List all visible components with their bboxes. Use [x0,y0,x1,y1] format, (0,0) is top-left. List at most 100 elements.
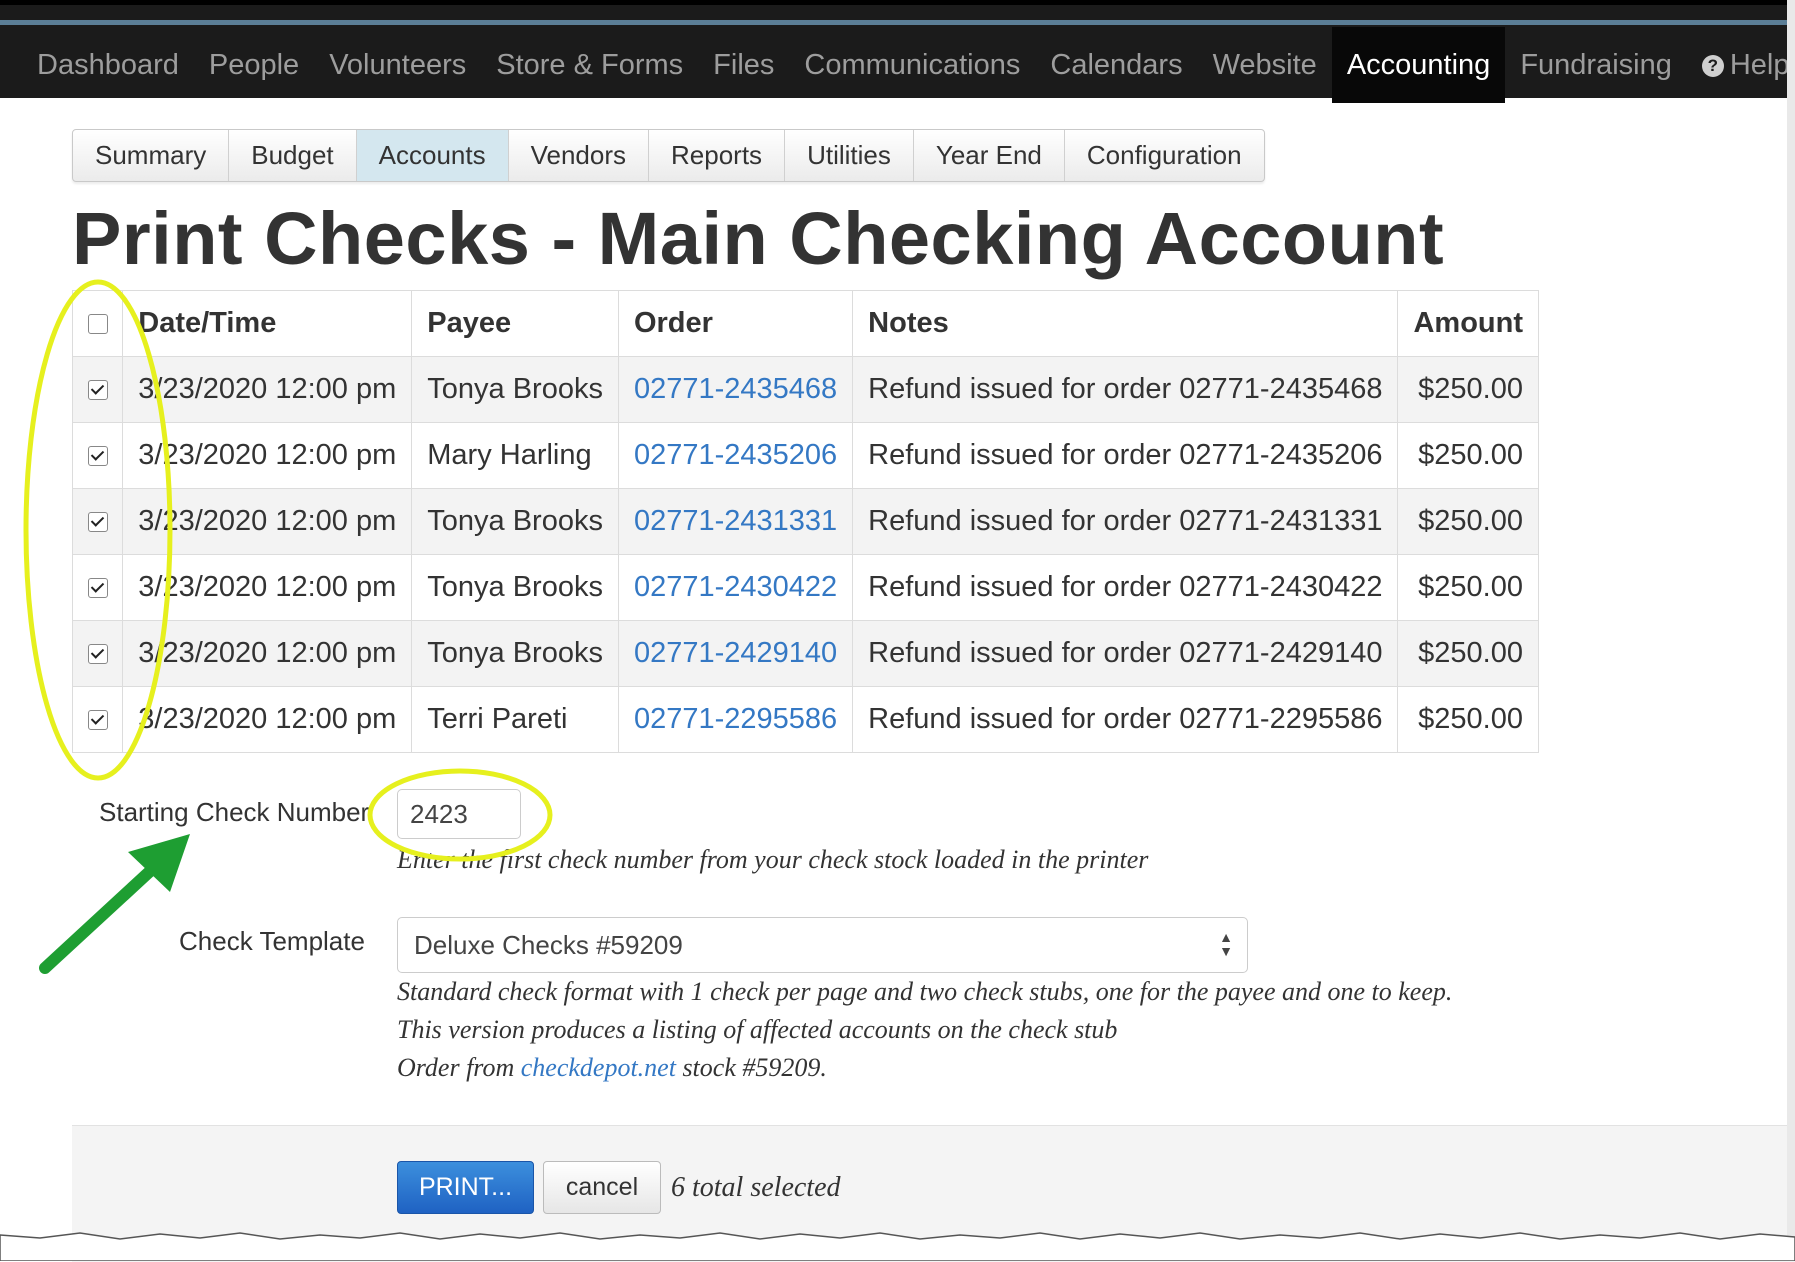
template-help-prefix: Order from [397,1053,515,1082]
order-link[interactable]: 02771-2435468 [617,356,854,423]
checks-table: Date/Time Payee Order Notes Amount 3/23/… [71,290,1539,753]
tab-vendors[interactable]: Vendors [509,130,650,181]
nav-accounting[interactable]: Accounting [1331,27,1506,103]
tab-configuration[interactable]: Configuration [1065,130,1264,181]
cell-datetime: 3/23/2020 12:00 pm [122,686,413,753]
row-checkbox[interactable] [88,512,108,533]
cell-payee: Tonya Brooks [411,488,619,555]
check-template-label: Check Template [179,926,365,956]
check-template-select[interactable]: Deluxe Checks #59209 ▲ ▼ [397,917,1248,973]
tab-year-end[interactable]: Year End [914,130,1065,181]
accounting-subtabs: Summary Budget Accounts Vendors Reports … [72,129,1265,182]
cell-datetime: 3/23/2020 12:00 pm [122,620,413,687]
table-row: 3/23/2020 12:00 pm Tonya Brooks 02771-24… [71,356,1539,423]
cell-payee: Tonya Brooks [411,356,619,423]
nav-dashboard[interactable]: Dashboard [22,27,194,103]
cell-notes: Refund issued for order 02771-2435468 [852,356,1399,423]
page-title: Print Checks - Main Checking Account [72,197,1445,280]
header-notes: Notes [852,290,1399,357]
nav-help-label: Help [1729,49,1790,81]
cell-datetime: 3/23/2020 12:00 pm [122,356,413,423]
tab-reports[interactable]: Reports [649,130,786,181]
table-row: 3/23/2020 12:00 pm Tonya Brooks 02771-24… [71,620,1539,687]
cell-payee: Terri Pareti [411,686,619,753]
template-help-line-1: Standard check format with 1 check per p… [397,977,1453,1006]
nav-help[interactable]: ? Help [1687,27,1795,103]
select-arrows-icon: ▲ ▼ [1219,929,1233,959]
header-order: Order [617,290,854,357]
tab-budget[interactable]: Budget [229,130,357,181]
nav-fundraising[interactable]: Fundraising [1505,27,1687,103]
header-payee: Payee [411,290,619,357]
row-checkbox-cell [71,686,124,753]
cell-datetime: 3/23/2020 12:00 pm [122,488,413,555]
nav-communications[interactable]: Communications [789,27,1035,103]
table-row: 3/23/2020 12:00 pm Tonya Brooks 02771-24… [71,554,1539,621]
cancel-button[interactable]: cancel [543,1161,661,1214]
row-checkbox-cell [71,488,124,555]
cell-payee: Mary Harling [411,422,619,489]
nav-store-forms[interactable]: Store & Forms [481,27,698,103]
table-header-row: Date/Time Payee Order Notes Amount [71,290,1539,357]
cell-amount: $250.00 [1397,356,1539,423]
cell-notes: Refund issued for order 02771-2295586 [852,686,1399,753]
question-circle-icon: ? [1701,55,1724,77]
row-checkbox[interactable] [88,446,108,467]
table-row: 3/23/2020 12:00 pm Mary Harling 02771-24… [71,422,1539,489]
header-datetime: Date/Time [122,290,413,357]
nav-volunteers[interactable]: Volunteers [314,27,481,103]
cell-notes: Refund issued for order 02771-2431331 [852,488,1399,555]
cell-notes: Refund issued for order 02771-2429140 [852,620,1399,687]
tab-summary[interactable]: Summary [73,130,230,181]
cell-payee: Tonya Brooks [411,554,619,621]
cell-datetime: 3/23/2020 12:00 pm [122,422,413,489]
table-row: 3/23/2020 12:00 pm Terri Pareti 02771-22… [71,686,1539,753]
nav-calendars[interactable]: Calendars [1035,27,1197,103]
check-template-value: Deluxe Checks #59209 [414,930,683,960]
nav-people[interactable]: People [194,27,314,103]
table-row: 3/23/2020 12:00 pm Tonya Brooks 02771-24… [71,488,1539,555]
row-checkbox[interactable] [88,380,108,401]
nav-files[interactable]: Files [698,27,789,103]
template-help-line-2: This version produces a listing of affec… [397,1015,1118,1044]
row-checkbox-cell [71,356,124,423]
starting-check-help: Enter the first check number from your c… [397,845,1149,874]
cell-amount: $250.00 [1397,620,1539,687]
cell-amount: $250.00 [1397,488,1539,555]
cell-payee: Tonya Brooks [411,620,619,687]
cell-notes: Refund issued for order 02771-2435206 [852,422,1399,489]
navbar-accent-line [0,20,1795,25]
tab-accounts[interactable]: Accounts [356,130,509,181]
cell-notes: Refund issued for order 02771-2430422 [852,554,1399,621]
order-link[interactable]: 02771-2431331 [617,488,854,555]
cell-datetime: 3/23/2020 12:00 pm [122,554,413,621]
template-help-line-3: Order from checkdepot.net stock #59209. [397,1053,827,1083]
cell-amount: $250.00 [1397,554,1539,621]
header-amount: Amount [1397,290,1539,357]
page-edge-shadow [1787,0,1795,1261]
row-checkbox-cell [71,620,124,687]
select-all-cell [71,290,124,357]
nav-website[interactable]: Website [1198,27,1332,103]
green-arrow-icon [39,834,190,974]
checkdepot-link[interactable]: checkdepot.net [521,1053,676,1082]
torn-edge [0,1232,1795,1261]
cell-amount: $250.00 [1397,422,1539,489]
row-checkbox[interactable] [88,578,108,599]
starting-check-number-input[interactable]: 2423 [397,789,521,839]
starting-check-label: Starting Check Number [99,797,370,827]
cell-amount: $250.00 [1397,686,1539,753]
order-link[interactable]: 02771-2435206 [617,422,854,489]
row-checkbox-cell [71,554,124,621]
print-button[interactable]: PRINT... [397,1161,534,1214]
tab-utilities[interactable]: Utilities [785,130,914,181]
order-link[interactable]: 02771-2429140 [617,620,854,687]
template-help-suffix: stock #59209. [682,1053,827,1082]
row-checkbox[interactable] [88,710,108,731]
row-checkbox[interactable] [88,644,108,665]
top-navbar: Dashboard People Volunteers Store & Form… [0,0,1795,103]
order-link[interactable]: 02771-2430422 [617,554,854,621]
select-all-checkbox[interactable] [88,314,108,335]
order-link[interactable]: 02771-2295586 [617,686,854,753]
nav-items: Dashboard People Volunteers Store & Form… [22,27,1795,103]
